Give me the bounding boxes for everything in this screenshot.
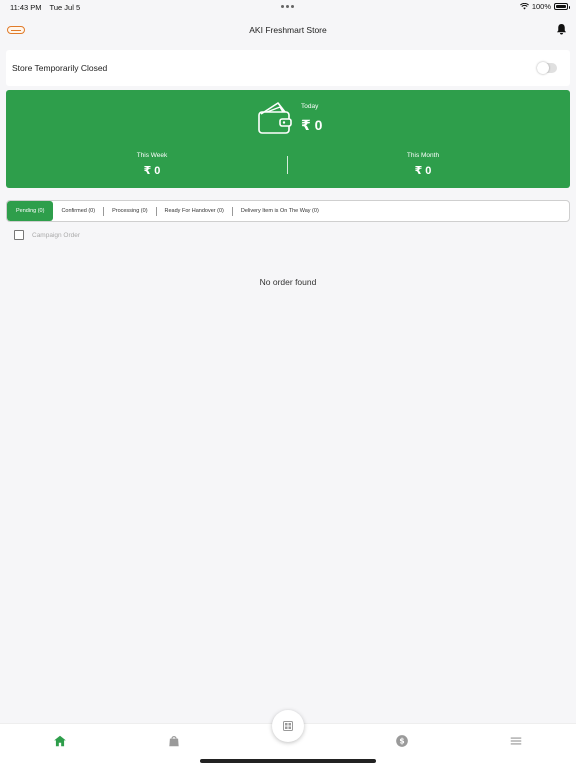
svg-text:$: $ <box>399 737 404 746</box>
this-month-label: This Month <box>406 152 440 159</box>
dollar-icon[interactable]: $ <box>395 734 409 748</box>
menu-icon[interactable] <box>509 734 523 748</box>
battery-icon <box>554 3 570 10</box>
wallet-icon <box>258 102 292 134</box>
this-week-value: ₹ 0 <box>143 165 161 177</box>
toggle-knob <box>537 62 549 74</box>
this-month-block: This Month ₹ 0 <box>363 152 483 177</box>
bell-icon[interactable] <box>556 23 567 35</box>
earnings-card: Today ₹ 0 This Week ₹ 0 This Month ₹ 0 <box>6 90 570 188</box>
tab-pending[interactable]: Pending (0) <box>7 201 54 221</box>
store-closed-toggle[interactable] <box>537 62 557 74</box>
status-bar: 11:43 PM Tue Jul 5 100% <box>0 0 576 14</box>
shopping-bag-icon[interactable] <box>167 734 181 748</box>
battery-percent: 100% <box>531 2 551 11</box>
this-week-block: This Week ₹ 0 <box>92 152 212 177</box>
wifi-icon <box>519 3 529 10</box>
tab-delivery-on-the-way[interactable]: Delivery Item is On The Way (0) <box>233 201 327 221</box>
empty-state-message: No order found <box>259 277 317 287</box>
campaign-order-row[interactable]: Campaign Order <box>14 230 80 240</box>
store-closed-label: Store Temporarily Closed <box>12 63 108 73</box>
status-time: 11:43 PM <box>10 2 42 12</box>
this-week-label: This Week <box>136 152 168 159</box>
this-month-value: ₹ 0 <box>414 165 432 177</box>
app-header: AKI Freshmart Store <box>0 14 576 46</box>
today-value: ₹ 0 <box>301 117 323 133</box>
status-right: 100% <box>519 2 570 11</box>
today-label: Today <box>301 103 319 110</box>
status-date: Tue Jul 5 <box>49 2 81 12</box>
multitasking-dots-icon[interactable] <box>281 5 294 8</box>
earnings-divider <box>287 156 288 174</box>
campaign-order-checkbox[interactable] <box>14 230 24 240</box>
order-status-tabs: Pending (0) Confirmed (0) Processing (0)… <box>6 200 570 222</box>
tab-confirmed[interactable]: Confirmed (0) <box>53 201 103 221</box>
store-logo <box>7 26 25 34</box>
campaign-order-label: Campaign Order <box>32 231 81 239</box>
tab-processing[interactable]: Processing (0) <box>104 201 155 221</box>
pos-button[interactable] <box>272 710 304 742</box>
tab-ready-for-handover[interactable]: Ready For Handover (0) <box>157 201 232 221</box>
pos-icon <box>283 721 293 731</box>
home-indicator[interactable] <box>200 759 376 763</box>
store-closed-row: Store Temporarily Closed <box>6 50 570 86</box>
home-icon[interactable] <box>53 734 67 748</box>
page-title: AKI Freshmart Store <box>249 25 327 35</box>
